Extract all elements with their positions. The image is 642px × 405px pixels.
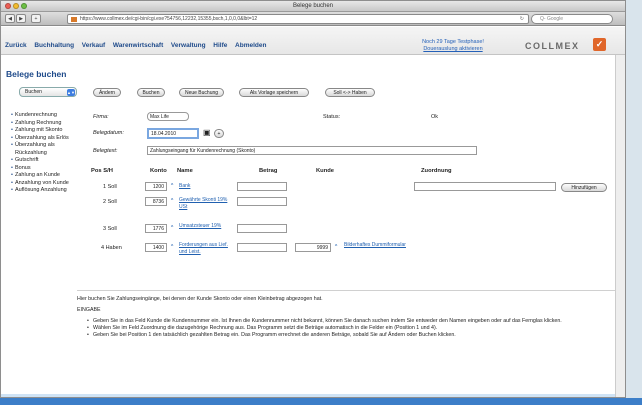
collmex-logo: COLLMEX [525, 41, 580, 51]
hinzufuegen-button[interactable]: Hinzufügen [561, 183, 607, 192]
soll-haben-button[interactable]: Soll <-> Haben [325, 88, 375, 97]
row4-kunde-input[interactable]: 9999 [295, 243, 331, 252]
col-betrag: Betrag [259, 168, 278, 174]
row3-konto-input[interactable]: 1776 [145, 224, 167, 233]
menu-verkauf[interactable]: Verkauf [82, 42, 106, 49]
menu-buchhaltung[interactable]: Buchhaltung [34, 42, 74, 49]
row3-pos: 3 Soll [103, 226, 117, 232]
booking-type-list: Kundenrechnung Zahlung Rechnung Zahlung … [11, 112, 71, 195]
desktop-background [626, 0, 642, 398]
trial-activate-link[interactable]: Douerauslung aktivieren [405, 46, 501, 53]
help-list: Geben Sie in das Feld Kunde die Kundennu… [87, 318, 617, 339]
row2-pos: 2 Soll [103, 199, 117, 205]
row2-konto-input[interactable]: 8736 [145, 197, 167, 206]
site-favicon-icon [71, 17, 77, 22]
page-title: Belege buchen [6, 69, 67, 79]
select-arrows-icon: ▲▼ [67, 89, 75, 96]
url-text: https://www.collmex.de/cgi-bin/cgi.exe?5… [80, 16, 258, 22]
sidebar-item-zahlung-rechnung[interactable]: Zahlung Rechnung [11, 120, 71, 128]
row2-search-icon[interactable]: ⌃ [170, 198, 174, 204]
title-bar: Belege buchen [1, 1, 625, 12]
search-field[interactable]: Q- Google [531, 14, 613, 24]
aendern-button[interactable]: Ändern [93, 88, 121, 97]
col-zuordnung: Zuordnung [421, 168, 452, 174]
date-increment-icon[interactable]: + [214, 129, 224, 138]
help-intro: Hier buchen Sie Zahlungseingänge, bei de… [77, 296, 323, 302]
help-item: Geben Sie bei Position 1 den tatsächlich… [87, 332, 617, 339]
add-bookmark-icon[interactable]: + [31, 14, 41, 23]
row4-pos: 4 Haben [101, 245, 122, 251]
menu-zurueck[interactable]: Zurück [5, 42, 27, 49]
help-item: Wählen Sie im Feld Zuordnung die dazugeh… [87, 325, 617, 332]
help-heading: EINGABE [77, 307, 101, 313]
row4-name-link[interactable]: Forderungen aus Lief. und Leist. [179, 242, 233, 255]
help-item: Geben Sie in das Feld Kunde die Kundennu… [87, 318, 617, 325]
status-value: Ok [431, 114, 439, 120]
col-kunde: Kunde [316, 168, 335, 174]
sidebar-item-ueberzahlung-erloes[interactable]: Überzahlung als Erlös [11, 135, 71, 143]
sidebar-item-ueberzahlung-rueckzahlung[interactable]: Überzahlung als Rückzahlung [11, 142, 71, 157]
collmex-logo-icon: ✓ [593, 38, 606, 51]
trial-days-text: Noch 29 Tage Testphase! [422, 39, 484, 45]
app-menu-bar: Zurück Buchhaltung Verkauf Warenwirtscha… [1, 27, 625, 55]
firma-label: Firma: [93, 114, 109, 120]
sidebar-item-anzahlung-von-kunde[interactable]: Anzahlung von Kunde [11, 180, 71, 188]
row4-kunde-search-icon[interactable]: ⌃ [334, 244, 338, 250]
col-pos-sh: Pos S/H [91, 168, 113, 174]
sidebar-item-bonus[interactable]: Bonus [11, 165, 71, 173]
sidebar-item-gutschrift[interactable]: Gutschrift [11, 157, 71, 165]
menu-abmelden[interactable]: Abmelden [235, 42, 266, 49]
neue-buchung-button[interactable]: Neue Buchung [179, 88, 224, 97]
col-konto: Konto [150, 168, 167, 174]
col-name: Name [177, 168, 193, 174]
belegtext-input[interactable]: Zahlungseingang für Kundenrechnung (Skon… [147, 146, 477, 155]
status-label: Status: [323, 114, 341, 120]
row4-betrag-input[interactable] [237, 243, 287, 252]
row3-betrag-input[interactable] [237, 224, 287, 233]
belegdatum-input[interactable]: 18.04.2010 [147, 128, 199, 139]
row4-search-icon[interactable]: ⌃ [170, 244, 174, 250]
row4-konto-input[interactable]: 1400 [145, 243, 167, 252]
sidebar-item-kundenrechnung[interactable]: Kundenrechnung [11, 112, 71, 120]
action-select-value: Buchen [25, 89, 42, 95]
search-placeholder: Q- Google [540, 16, 564, 22]
dock-bar [0, 398, 642, 405]
als-vorlage-speichern-button[interactable]: Als Vorlage speichern [239, 88, 309, 97]
row3-name-link[interactable]: Umsatzsteuer 19% [179, 223, 233, 230]
window-title: Belege buchen [292, 3, 334, 9]
back-arrow-icon[interactable]: ◀ [5, 14, 15, 23]
forward-arrow-icon[interactable]: ▶ [16, 14, 26, 23]
browser-window: Belege buchen ◀ ▶ + https://www.collmex.… [0, 0, 626, 398]
browser-toolbar: ◀ ▶ + https://www.collmex.de/cgi-bin/cgi… [1, 12, 625, 26]
menu-warenwirtschaft[interactable]: Warenwirtschaft [113, 42, 163, 49]
trial-notice: Noch 29 Tage Testphase! Douerauslung akt… [405, 39, 501, 53]
row2-betrag-input[interactable] [237, 197, 287, 206]
row1-konto-input[interactable]: 1200 [145, 182, 167, 191]
sidebar-item-zahlung-mit-skonto[interactable]: Zahlung mit Skonto [11, 127, 71, 135]
calendar-icon[interactable]: ▣ [203, 128, 211, 137]
help-section: Hier buchen Sie Zahlungseingänge, bei de… [77, 290, 617, 339]
row1-name-link[interactable]: Bank [179, 183, 190, 190]
belegtext-label: Belegtext: [93, 148, 118, 154]
row4-kunde-name-link[interactable]: Bilderhaftes Dummiformular [344, 242, 414, 249]
sidebar-item-zahlung-an-kunde[interactable]: Zahlung an Kunde [11, 172, 71, 180]
row2-name-link[interactable]: Gewährte Skonti 19% USt [179, 197, 233, 210]
row1-search-icon[interactable]: ⌃ [170, 183, 174, 189]
row3-search-icon[interactable]: ⌃ [170, 225, 174, 231]
reload-icon[interactable]: ↻ [520, 15, 524, 23]
zuordnung-input[interactable] [414, 182, 556, 191]
menu-verwaltung[interactable]: Verwaltung [171, 42, 206, 49]
menu-hilfe[interactable]: Hilfe [213, 42, 227, 49]
vertical-scrollbar[interactable] [615, 55, 625, 397]
action-select[interactable]: Buchen ▲▼ [19, 87, 77, 97]
sidebar-item-aufloesung-anzahlung[interactable]: Auflösung Anzahlung [11, 187, 71, 195]
row1-pos: 1 Soll [103, 184, 117, 190]
main-menu: Zurück Buchhaltung Verkauf Warenwirtscha… [5, 42, 272, 49]
address-bar[interactable]: https://www.collmex.de/cgi-bin/cgi.exe?5… [67, 14, 529, 24]
belegdatum-label: Belegdatum: [93, 130, 124, 136]
firma-select[interactable]: Max Life [147, 112, 189, 121]
buchen-button[interactable]: Buchen [137, 88, 165, 97]
row1-betrag-input[interactable] [237, 182, 287, 191]
